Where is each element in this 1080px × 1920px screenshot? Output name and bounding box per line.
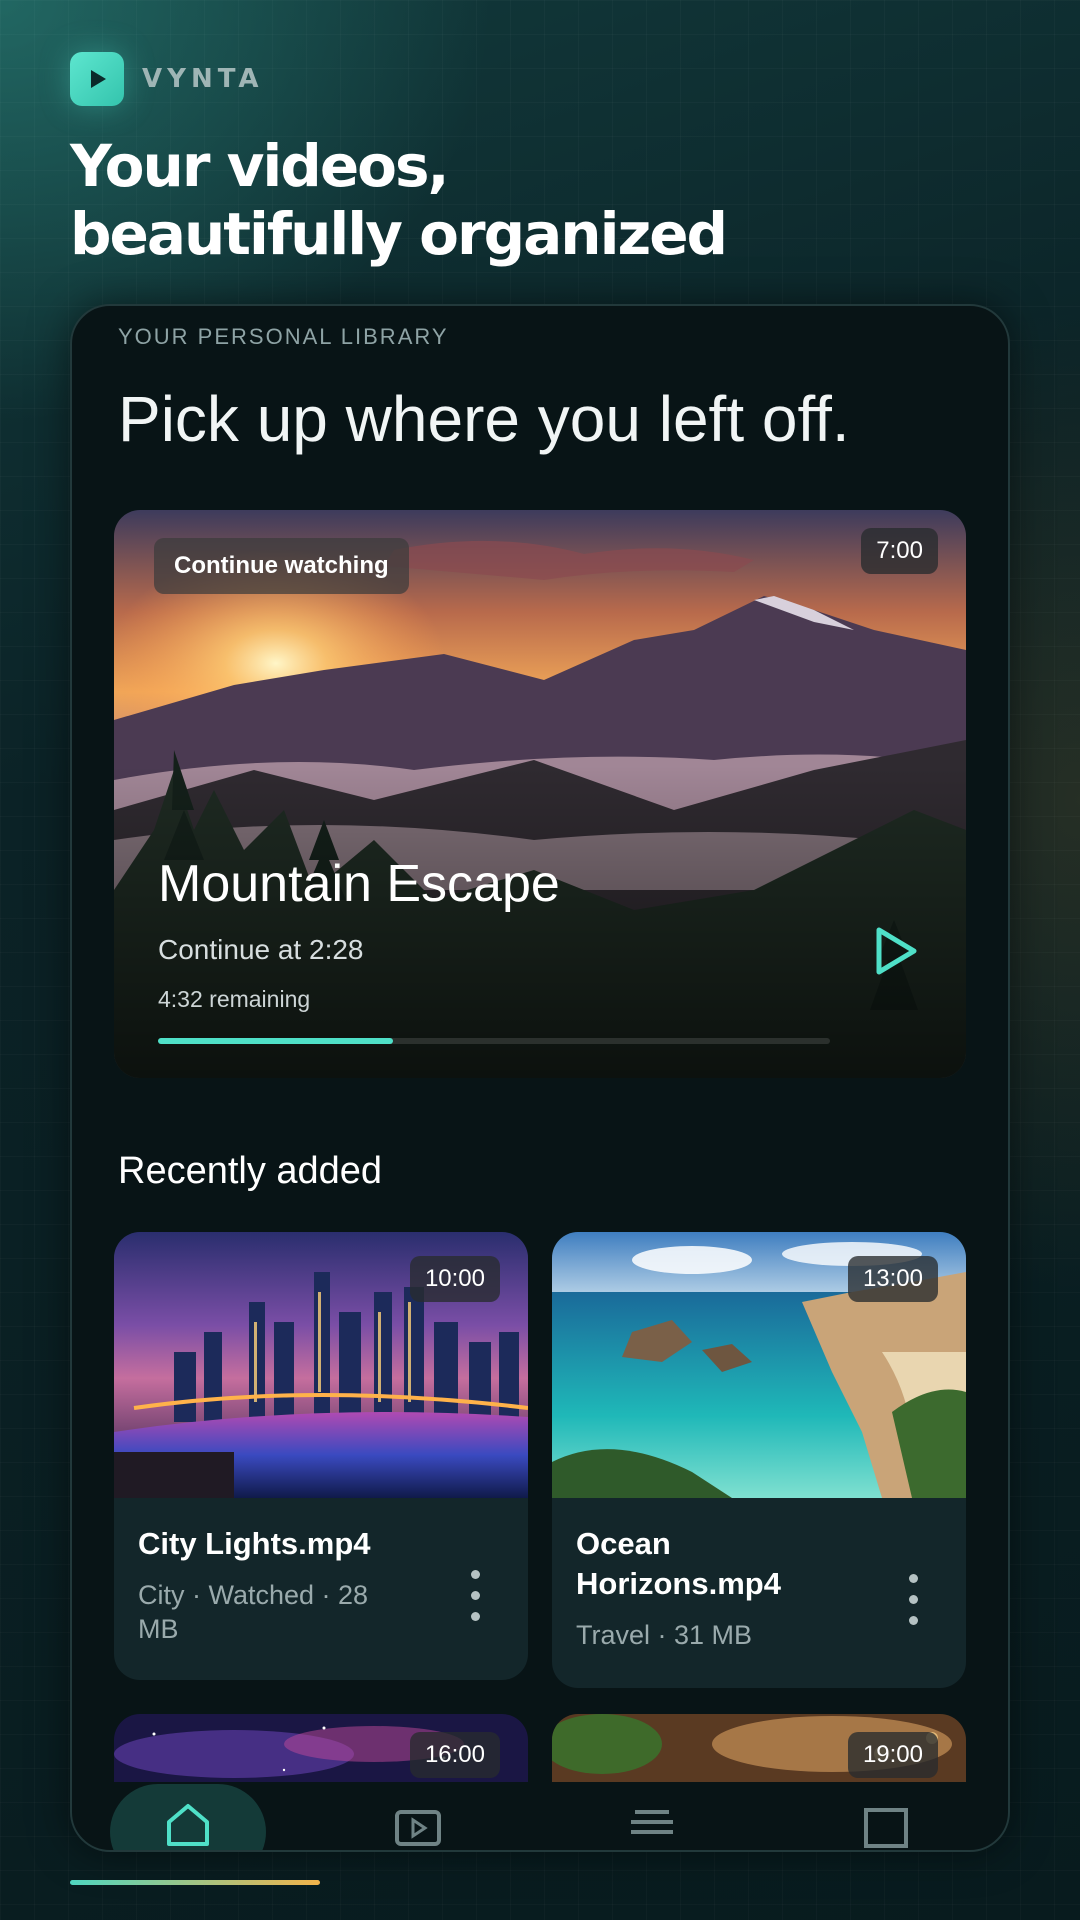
library-label: YOUR PERSONAL LIBRARY	[118, 324, 449, 349]
headline-line-1: Your videos,	[70, 132, 450, 200]
brand-logo	[70, 52, 124, 106]
nav-videos[interactable]	[340, 1784, 496, 1850]
duration-badge: 10:00	[409, 1256, 500, 1302]
video-meta: Travel · 31 MB	[576, 1620, 753, 1650]
section-recently-added: Recently added	[118, 1150, 383, 1192]
hero-progress-fill	[158, 1038, 394, 1044]
phone-frame: YOUR PERSONAL LIBRARY Pick up where you …	[70, 304, 1010, 1852]
square-icon	[864, 1808, 908, 1848]
home-indicator	[70, 1880, 320, 1885]
duration-badge: 19:00	[847, 1732, 938, 1778]
brand: VYNTA	[70, 52, 264, 106]
play-icon	[91, 70, 106, 88]
hero-remaining: 4:32 remaining	[158, 986, 311, 1012]
hero-continue-at: Continue at 2:28	[158, 934, 364, 965]
video-name: City Lights.mp4	[138, 1526, 371, 1561]
library-title: Pick up where you left off.	[118, 383, 850, 455]
more-options-icon[interactable]	[470, 1570, 480, 1622]
duration-badge: 13:00	[847, 1256, 938, 1302]
video-card-cafe[interactable]: 19:00	[552, 1714, 966, 1782]
play-icon[interactable]	[874, 926, 918, 976]
list-icon	[631, 1810, 673, 1834]
video-icon	[395, 1810, 441, 1846]
nav-library[interactable]	[808, 1784, 964, 1850]
bottom-navigation	[72, 1784, 1008, 1850]
video-card-ocean-horizons[interactable]: 13:00 Ocean Horizons.mp4 Travel · 31 MB	[552, 1232, 966, 1688]
video-thumbnail: 10:00	[114, 1232, 528, 1498]
hero-duration-badge: 7:00	[861, 528, 938, 574]
more-options-icon[interactable]	[908, 1574, 918, 1626]
video-meta: City · Watched · 28 MB	[138, 1580, 369, 1644]
video-thumbnail: 13:00	[552, 1232, 966, 1498]
headline: Your videos, beautifully organized	[70, 132, 728, 268]
video-card-city-lights[interactable]: 10:00 City Lights.mp4 City · Watched · 2…	[114, 1232, 528, 1680]
hero-title: Mountain Escape	[158, 855, 560, 913]
video-name: Ocean Horizons.mp4	[576, 1526, 781, 1601]
brand-name: VYNTA	[142, 64, 264, 94]
continue-watching-badge: Continue watching	[154, 538, 409, 594]
home-icon	[167, 1804, 209, 1846]
duration-badge: 16:00	[409, 1732, 500, 1778]
nav-playlists[interactable]	[574, 1784, 730, 1850]
nav-home[interactable]	[110, 1784, 266, 1850]
headline-line-2: beautifully organized	[70, 200, 728, 268]
hero-progress-track	[158, 1038, 830, 1044]
continue-watching-card[interactable]: Continue watching 7:00 Mountain Escape C…	[114, 510, 966, 1078]
video-card-space[interactable]: 16:00	[114, 1714, 528, 1782]
